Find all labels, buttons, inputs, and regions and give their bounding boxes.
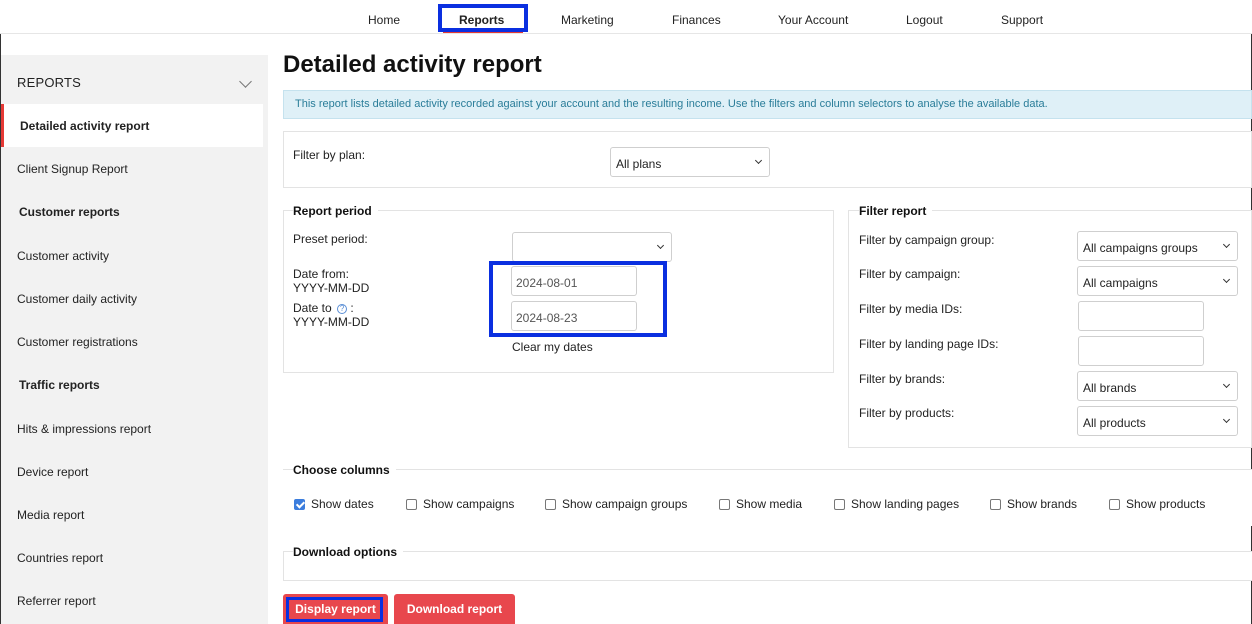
campaign-value: All campaigns [1083,276,1158,290]
checkbox-icon [719,498,730,510]
sidebar: REPORTS Detailed activity report Client … [1,55,268,624]
sidebar-item-customer-activity[interactable]: Customer activity [1,234,268,277]
info-banner: This report lists detailed activity reco… [283,90,1252,119]
brands-select[interactable]: All brands [1077,371,1238,401]
landing-page-ids-input[interactable] [1078,336,1204,366]
chevron-down-icon [239,75,252,88]
filter-report-legend: Filter report [859,204,933,218]
checkbox-show-dates[interactable]: Show dates [294,497,374,511]
date-to-colon: : [350,301,354,315]
date-to-label-group: Date to ? : [293,302,354,315]
checkbox-label: Show campaigns [423,497,515,511]
sidebar-item-customer-registrations[interactable]: Customer registrations [1,320,268,363]
campaign-group-label: Filter by campaign group: [859,233,995,247]
download-report-button[interactable]: Download report [394,594,515,624]
preset-period-select[interactable] [512,232,672,262]
sidebar-section-title: REPORTS [17,75,82,90]
sidebar-item-customer-daily-activity[interactable]: Customer daily activity [1,277,268,320]
checkbox-show-media[interactable]: Show media [719,497,802,511]
checkbox-show-brands[interactable]: Show brands [990,497,1077,511]
chevron-down-icon [1222,380,1231,389]
checkbox-label: Show dates [311,497,374,511]
plan-filter-label: Filter by plan: [293,148,366,162]
choose-columns-legend: Choose columns [293,463,396,477]
date-from-label: Date from: [293,267,350,281]
chevron-down-icon [1222,415,1231,424]
checkbox-checked-icon [294,498,305,510]
checkbox-icon [990,498,1001,510]
chevron-down-icon [1222,240,1231,249]
clear-dates-link[interactable]: Clear my dates [512,340,593,354]
sidebar-section-reports[interactable]: REPORTS [1,61,268,104]
products-value: All products [1083,416,1146,430]
products-select[interactable]: All products [1077,406,1238,436]
page-title: Detailed activity report [283,51,542,78]
campaign-select[interactable]: All campaigns [1077,266,1238,296]
checkbox-label: Show brands [1007,497,1078,511]
checkbox-icon [406,498,417,510]
date-to-label: Date to [293,301,332,315]
chevron-down-icon [656,241,665,250]
plan-select[interactable]: All plans [610,147,770,177]
top-nav: Home Reports Marketing Finances Your Acc… [0,0,1252,34]
checkbox-show-campaign-groups[interactable]: Show campaign groups [545,497,687,511]
sidebar-item-countries-report[interactable]: Countries report [1,536,268,579]
checkbox-icon [545,498,556,510]
campaign-group-value: All campaigns groups [1083,241,1198,255]
checkbox-label: Show media [736,497,803,511]
brands-value: All brands [1083,381,1137,395]
plan-select-value: All plans [616,157,662,171]
checkbox-label: Show landing pages [851,497,960,511]
sidebar-item-referrer-report[interactable]: Referrer report [1,579,268,622]
date-from-format: YYYY-MM-DD [293,281,370,295]
nav-your-account[interactable]: Your Account [778,13,848,27]
download-options-legend: Download options [293,545,403,559]
nav-marketing[interactable]: Marketing [561,13,614,27]
display-report-button[interactable]: Display report [283,594,388,624]
nav-finances[interactable]: Finances [672,13,721,27]
media-ids-input[interactable] [1078,301,1204,331]
chevron-down-icon [754,156,763,165]
landing-page-ids-label: Filter by landing page IDs: [859,337,999,351]
chevron-down-icon [1222,275,1231,284]
date-to-format: YYYY-MM-DD [293,315,370,329]
checkbox-label: Show campaign groups [562,497,688,511]
report-period-legend: Report period [293,204,378,218]
nav-logout[interactable]: Logout [906,13,943,27]
campaign-group-select[interactable]: All campaigns groups [1077,231,1238,261]
date-from-input[interactable]: 2024-08-01 [511,266,637,296]
checkbox-show-products[interactable]: Show products [1109,497,1205,511]
sidebar-item-client-signup[interactable]: Client Signup Report [1,147,268,190]
checkbox-show-campaigns[interactable]: Show campaigns [406,497,514,511]
brands-label: Filter by brands: [859,372,946,386]
download-options-panel [283,551,1252,581]
sidebar-item-detailed-activity[interactable]: Detailed activity report [1,104,263,147]
checkbox-show-landing-pages[interactable]: Show landing pages [834,497,959,511]
campaign-label: Filter by campaign: [859,267,961,281]
checkbox-icon [1109,498,1120,510]
help-icon[interactable]: ? [337,304,348,314]
sidebar-item-device-report[interactable]: Device report [1,450,268,493]
checkbox-label: Show products [1126,497,1206,511]
nav-support[interactable]: Support [1001,13,1043,27]
media-ids-label: Filter by media IDs: [859,302,963,316]
date-to-input[interactable]: 2024-08-23 [511,301,637,331]
checkbox-icon [834,498,845,510]
products-label: Filter by products: [859,406,955,420]
sidebar-item-media-report[interactable]: Media report [1,493,268,536]
nav-active-highlight [438,4,528,32]
sidebar-heading-traffic-reports: Traffic reports [19,377,100,392]
sidebar-heading-customer-reports: Customer reports [19,204,120,219]
nav-home[interactable]: Home [368,13,400,27]
preset-period-label: Preset period: [293,232,368,246]
sidebar-item-hits-impressions[interactable]: Hits & impressions report [1,407,268,450]
